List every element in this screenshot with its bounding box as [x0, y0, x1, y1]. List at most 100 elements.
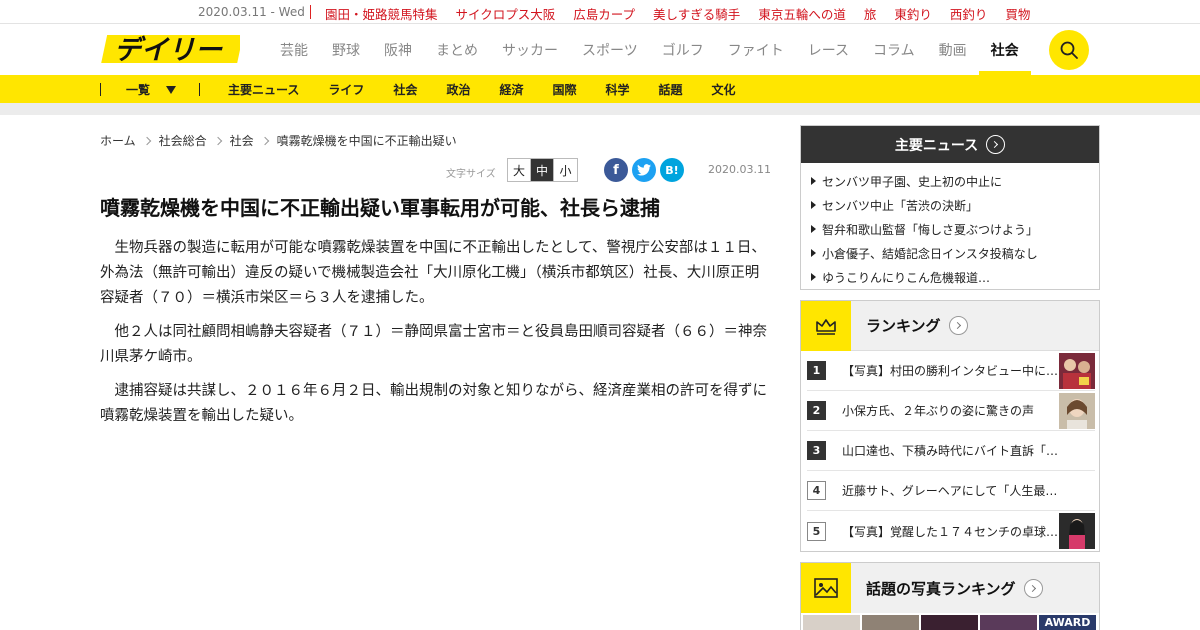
main-news-title: 主要ニュース: [894, 137, 979, 154]
font-size-small[interactable]: 小: [554, 159, 577, 181]
sub-nav-item[interactable]: ライフ: [328, 81, 364, 98]
rank-number: 4: [807, 481, 826, 500]
news-item-text: センバツ甲子園、史上初の中止に: [822, 174, 1003, 189]
rank-thumbnail: [1059, 513, 1095, 549]
sub-nav-item[interactable]: 文化: [712, 81, 736, 98]
top-link[interactable]: サイクロプス大阪: [456, 4, 556, 23]
nav-item[interactable]: 芸能: [268, 25, 320, 75]
sub-nav-item[interactable]: 主要ニュース: [228, 81, 299, 98]
news-item[interactable]: ゆうこりんにりこん危機報道…: [811, 265, 1099, 289]
twitter-share-icon[interactable]: [632, 158, 656, 182]
nav-item-active[interactable]: 社会: [978, 25, 1031, 75]
arrow-right-icon: [948, 316, 968, 335]
top-link[interactable]: 買物: [1005, 4, 1030, 23]
ranking-item[interactable]: 1 【写真】村田の勝利インタビュー中に…: [807, 351, 1095, 391]
nav-item[interactable]: ファイト: [716, 25, 796, 75]
ranking-title: ランキング: [866, 317, 941, 335]
ranking-item[interactable]: 4 近藤サト、グレーヘアにして「人生最高の…: [807, 471, 1095, 511]
top-link[interactable]: 西釣り: [950, 4, 988, 23]
news-item-text: 智弁和歌山監督「悔しさ夏ぶつけよう」: [822, 222, 1039, 237]
news-item[interactable]: 小倉優子、結婚記念日インスタ投稿なし: [811, 241, 1099, 265]
arrow-right-icon: [986, 135, 1006, 154]
divider: [199, 83, 200, 96]
nav-item[interactable]: 動画: [927, 25, 979, 75]
font-size-large[interactable]: 大: [508, 159, 531, 181]
main-news-header[interactable]: 主要ニュース: [801, 126, 1099, 163]
logo-text: デイリー: [114, 35, 223, 66]
rank-number: 1: [807, 361, 826, 380]
sub-nav-item[interactable]: 経済: [499, 81, 523, 98]
rank-text: 山口達也、下積み時代にバイト直訴「働か…: [842, 444, 1062, 458]
photo-icon-box: [801, 563, 851, 613]
rank-number: 5: [807, 521, 826, 541]
top-link[interactable]: 広島カープ: [573, 4, 635, 23]
facebook-share-icon[interactable]: f: [604, 158, 628, 182]
ranking-header[interactable]: ランキング: [801, 300, 1099, 351]
ranking-item[interactable]: 5 【写真】覚醒した１７４センチの卓球…: [807, 511, 1095, 551]
photo-icon: [814, 578, 838, 598]
category-menu-button[interactable]: 一覧: [126, 81, 177, 98]
news-item[interactable]: 智弁和歌山監督「悔しさ夏ぶつけよう」: [811, 217, 1099, 241]
nav-item[interactable]: レース: [796, 25, 861, 75]
ranking-list: 1 【写真】村田の勝利インタビュー中に… 2 小保方氏、２年ぶりの姿に驚きの声 …: [801, 351, 1099, 551]
chevron-right-icon: [213, 136, 222, 145]
news-item-text: ゆうこりんにりこん危機報道…: [822, 270, 991, 285]
rank-number: 3: [807, 441, 826, 460]
nav-item[interactable]: 阪神: [372, 25, 424, 75]
top-link[interactable]: 園田・姫路競馬特集: [325, 4, 438, 23]
photo-thumbnail[interactable]: [980, 615, 1037, 630]
top-strip: 2020.03.11 - Wed 園田・姫路競馬特集 サイクロプス大阪 広島カー…: [0, 0, 1200, 24]
font-size-medium[interactable]: 中: [531, 159, 554, 181]
nav-item[interactable]: コラム: [861, 25, 927, 75]
top-link[interactable]: 旅: [864, 4, 877, 23]
photo-thumbnail[interactable]: [862, 615, 919, 630]
font-size-selector: 大 中 小: [507, 158, 578, 182]
nav-item[interactable]: まとめ: [424, 25, 490, 75]
ranking-item[interactable]: 2 小保方氏、２年ぶりの姿に驚きの声: [807, 391, 1095, 431]
daily-logo[interactable]: デイリー: [100, 31, 240, 67]
news-item[interactable]: センバツ甲子園、史上初の中止に: [811, 169, 1099, 193]
sub-nav-item[interactable]: 話題: [659, 81, 683, 98]
rank-thumbnail: [1059, 353, 1095, 389]
breadcrumb-home[interactable]: ホーム: [100, 132, 136, 149]
arrow-right-icon: [1023, 578, 1043, 598]
rank-text: 小保方氏、２年ぶりの姿に驚きの声: [842, 404, 1035, 418]
photo-thumbnail[interactable]: [803, 615, 860, 630]
news-item-text: センバツ中止「苦渋の決断」: [822, 198, 979, 213]
crown-icon: [816, 318, 836, 335]
sub-nav-item[interactable]: 国際: [552, 81, 576, 98]
main-nav: 芸能 野球 阪神 まとめ サッカー スポーツ ゴルフ ファイト レース コラム …: [268, 25, 1031, 75]
chevron-right-icon: [142, 136, 151, 145]
article-headline: 噴霧乾燥機を中国に不正輸出疑い軍事転用が可能、社長ら逮捕: [100, 196, 660, 220]
chevron-right-icon: [260, 136, 269, 145]
ranking-box: ランキング 1 【写真】村田の勝利インタビュー中に… 2 小保方氏、２年ぶりの姿…: [800, 300, 1100, 552]
sub-nav-item[interactable]: 社会: [393, 81, 417, 98]
ranking-item[interactable]: 3 山口達也、下積み時代にバイト直訴「働か…: [807, 431, 1095, 471]
rank-text: 【写真】村田の勝利インタビュー中に…: [842, 364, 1059, 378]
nav-item[interactable]: サッカー: [490, 25, 570, 75]
nav-item[interactable]: 野球: [320, 25, 372, 75]
sub-nav-item[interactable]: 科学: [605, 81, 629, 98]
bullet-icon: [811, 249, 816, 257]
news-item-text: 小倉優子、結婚記念日インスタ投稿なし: [822, 246, 1038, 261]
nav-item[interactable]: ゴルフ: [650, 25, 716, 75]
dropdown-arrow-icon: [166, 86, 177, 94]
top-link[interactable]: 東釣り: [894, 4, 932, 23]
divider: [100, 83, 101, 96]
rank-text: 近藤サト、グレーヘアにして「人生最高の…: [842, 484, 1062, 498]
photo-thumbnail[interactable]: [921, 615, 978, 630]
top-link[interactable]: 美しすぎる騎手: [653, 4, 740, 23]
photo-ranking-header[interactable]: 話題の写真ランキング: [801, 563, 1099, 613]
bullet-icon: [811, 201, 816, 209]
top-links: 園田・姫路競馬特集 サイクロプス大阪 広島カープ 美しすぎる騎手 東京五輪への道…: [325, 4, 1048, 23]
hatena-bookmark-icon[interactable]: B!: [660, 158, 684, 182]
font-size-label: 文字サイズ: [446, 169, 496, 180]
sub-nav-item[interactable]: 政治: [446, 81, 470, 98]
search-button[interactable]: [1049, 30, 1089, 70]
nav-item[interactable]: スポーツ: [570, 25, 650, 75]
photo-thumbnail[interactable]: AWARD: [1039, 615, 1096, 630]
top-link[interactable]: 東京五輪への道: [758, 4, 846, 23]
breadcrumb-item[interactable]: 社会: [230, 132, 254, 149]
breadcrumb-item[interactable]: 社会総合: [159, 132, 207, 149]
news-item[interactable]: センバツ中止「苦渋の決断」: [811, 193, 1099, 217]
